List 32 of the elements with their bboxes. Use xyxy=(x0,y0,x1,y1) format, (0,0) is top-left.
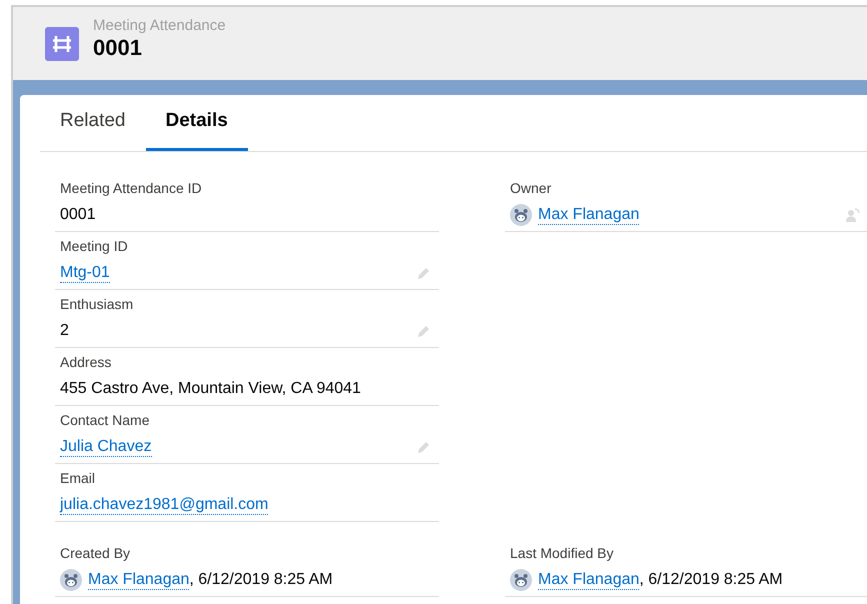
field-label: Contact Name xyxy=(60,411,150,430)
field-label: Created By xyxy=(60,544,130,563)
field-value: 2 xyxy=(60,321,69,341)
field-label: Enthusiasm xyxy=(60,295,134,314)
field-label: Owner xyxy=(510,179,552,198)
pencil-icon[interactable] xyxy=(417,440,431,454)
robot-avatar-icon xyxy=(510,204,532,226)
pencil-icon[interactable] xyxy=(417,324,431,338)
field-label: Last Modified By xyxy=(510,544,614,563)
change-owner-icon[interactable] xyxy=(845,207,861,223)
tab[interactable]: Related xyxy=(40,94,146,151)
field-value: 0001 xyxy=(60,205,96,225)
field-label: Email xyxy=(60,469,96,488)
field-label: Address xyxy=(60,353,112,372)
timestamp: , 6/12/2019 8:25 AM xyxy=(639,570,783,590)
timestamp: , 6/12/2019 8:25 AM xyxy=(189,570,333,590)
record-title: 0001 xyxy=(93,34,143,60)
field-link[interactable]: julia.chavez1981@gmail.com xyxy=(60,495,268,515)
field-link[interactable]: Mtg-01 xyxy=(60,263,110,283)
field-label: Meeting ID xyxy=(60,237,128,256)
user-link[interactable]: Max Flanagan xyxy=(538,205,640,225)
field-link[interactable]: Julia Chavez xyxy=(60,437,152,457)
tab[interactable]: Details xyxy=(146,94,248,151)
robot-avatar-icon xyxy=(60,569,82,591)
robot-avatar-icon xyxy=(510,569,532,591)
hashtag-icon xyxy=(45,26,79,60)
field-label: Meeting Attendance ID xyxy=(60,179,202,198)
pencil-icon[interactable] xyxy=(417,266,431,280)
user-link[interactable]: Max Flanagan xyxy=(88,570,190,590)
user-link[interactable]: Max Flanagan xyxy=(538,570,640,590)
field-value: 455 Castro Ave, Mountain View, CA 94041 xyxy=(60,379,361,399)
object-label: Meeting Attendance xyxy=(93,16,226,34)
